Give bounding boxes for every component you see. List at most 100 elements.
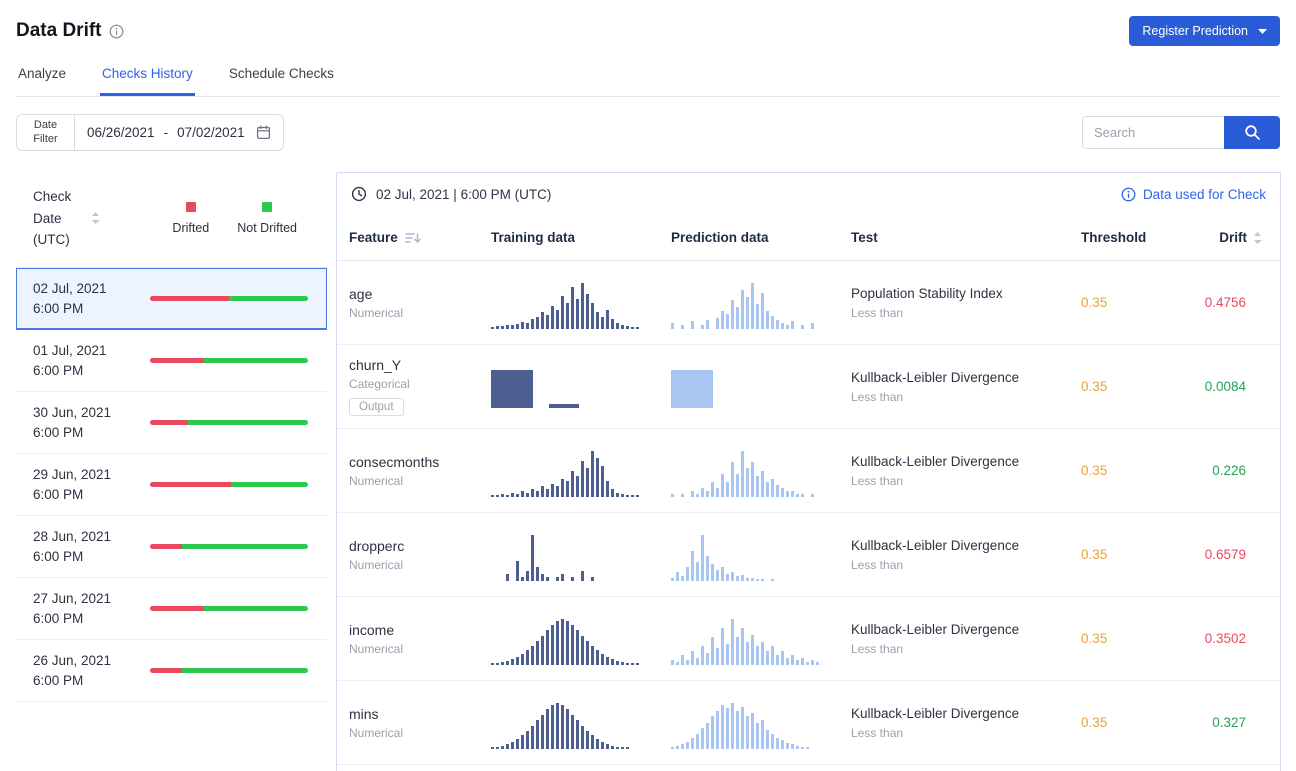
feature-row: age Numerical Population Stability Index Le… (337, 261, 1280, 345)
feature-row: consecmonthsNumericalKullback-Leibler Di… (337, 429, 1280, 513)
drift-ratio-bar (150, 358, 308, 363)
check-item[interactable]: 02 Jul, 20216:00 PM (16, 268, 327, 330)
check-time: 6:00 PM (33, 611, 150, 626)
training-histogram (491, 445, 671, 497)
feature-type: Numerical (349, 726, 491, 740)
test-condition: Less than (851, 474, 1081, 488)
feature-row: churn_YCategoricalOutput Kullback-Leibler… (337, 345, 1280, 429)
column-label: Feature (349, 230, 398, 245)
test-name: Kullback-Leibler Divergence (851, 622, 1081, 637)
column-label: Training data (491, 230, 575, 245)
check-date-column-label[interactable]: Check Date (UTC) (33, 186, 87, 251)
drift-ratio-bar (150, 420, 308, 425)
data-used-link[interactable]: Data used for Check (1121, 187, 1266, 202)
drift-value: 0.6579 (1183, 547, 1268, 562)
prediction-data-cell (671, 613, 851, 665)
feature-name: age (349, 286, 491, 302)
check-date-time: 30 Jun, 20216:00 PM (33, 405, 150, 440)
search-button[interactable] (1224, 116, 1280, 149)
info-icon[interactable] (109, 24, 124, 39)
tab-schedule-checks[interactable]: Schedule Checks (227, 57, 336, 96)
sort-icon[interactable] (404, 231, 421, 245)
page-title: Data Drift (16, 20, 102, 42)
detail-timestamp: 02 Jul, 2021 | 6:00 PM (UTC) (376, 187, 551, 202)
tab-analyze[interactable]: Analyze (16, 57, 68, 96)
drift-value: 0.4756 (1183, 295, 1268, 310)
search-input[interactable] (1082, 116, 1224, 149)
detail-header: 02 Jul, 2021 | 6:00 PM (UTC) Data used f… (337, 173, 1280, 215)
prediction-histogram (671, 697, 851, 749)
threshold-value: 0.35 (1081, 631, 1183, 646)
prediction-histogram (671, 366, 851, 408)
feature-cell: churn_YCategoricalOutput (349, 357, 491, 416)
register-prediction-button[interactable]: Register Prediction (1129, 16, 1280, 46)
drift-ratio-bar (150, 668, 308, 673)
checks-panel-header: Check Date (UTC) DriftedNot Drifted (16, 172, 327, 268)
column-header-feature[interactable]: Feature (349, 230, 491, 245)
data-used-label: Data used for Check (1143, 187, 1266, 202)
test-condition: Less than (851, 306, 1081, 320)
check-date: 29 Jun, 2021 (33, 467, 150, 482)
check-time: 6:00 PM (33, 425, 150, 440)
check-item[interactable]: 27 Jun, 2021 6:00 PM (16, 578, 327, 640)
check-item[interactable]: 30 Jun, 20216:00 PM (16, 392, 327, 454)
clock-icon (351, 186, 367, 202)
sort-updown-icon[interactable] (1253, 231, 1262, 245)
training-data-cell (491, 366, 671, 408)
test-condition: Less than (851, 558, 1081, 572)
main-content: Check Date (UTC) DriftedNot Drifted 02 J… (0, 151, 1296, 771)
test-name: Kullback-Leibler Divergence (851, 370, 1081, 385)
check-date: 02 Jul, 2021 (33, 281, 150, 296)
feature-cell: incomeNumerical (349, 622, 491, 656)
date-separator: - (164, 125, 169, 140)
training-histogram (491, 613, 671, 665)
check-time: 6:00 PM (33, 549, 150, 564)
column-header-training-data: Training data (491, 230, 671, 245)
threshold-value: 0.35 (1081, 295, 1183, 310)
check-item[interactable]: 26 Jun, 20216:00 PM (16, 640, 327, 702)
feature-type: Numerical (349, 306, 491, 320)
date-end: 07/02/2021 (177, 125, 245, 140)
prediction-histogram (671, 445, 851, 497)
training-data-cell (491, 277, 671, 329)
calendar-icon[interactable] (256, 125, 271, 140)
test-condition: Less than (851, 642, 1081, 656)
training-histogram (491, 277, 671, 329)
sort-icon[interactable] (91, 211, 100, 225)
drift-ratio-bar (150, 544, 308, 549)
column-header-drift[interactable]: Drift (1183, 230, 1268, 245)
feature-cell: consecmonthsNumerical (349, 454, 491, 488)
checks-panel: Check Date (UTC) DriftedNot Drifted 02 J… (16, 172, 327, 702)
prediction-data-cell (671, 366, 851, 408)
training-data-cell (491, 613, 671, 665)
test-cell: Kullback-Leibler DivergenceLess than (851, 538, 1081, 572)
feature-name: churn_Y (349, 357, 491, 373)
check-date: 26 Jun, 2021 (33, 653, 150, 668)
check-item[interactable]: 28 Jun, 20216:00 PM (16, 516, 327, 578)
check-date: 01 Jul, 2021 (33, 343, 150, 358)
threshold-value: 0.35 (1081, 715, 1183, 730)
column-header-test: Test (851, 230, 1081, 245)
training-histogram (491, 366, 671, 408)
feature-name: consecmonths (349, 454, 491, 470)
feature-row: minsNumericalKullback-Leibler Divergence… (337, 681, 1280, 765)
training-data-cell (491, 529, 671, 581)
test-name: Population Stability Index (851, 286, 1081, 301)
check-time: 6:00 PM (33, 363, 150, 378)
prediction-histogram (671, 529, 851, 581)
register-prediction-label: Register Prediction (1142, 24, 1248, 38)
check-date-time: 26 Jun, 20216:00 PM (33, 653, 150, 688)
prediction-data-cell (671, 697, 851, 749)
check-date: 27 Jun, 2021 (33, 591, 150, 606)
drift-ratio-bar (150, 606, 308, 611)
test-cell: Population Stability Index Less than (851, 286, 1081, 320)
check-time: 6:00 PM (33, 487, 150, 502)
test-cell: Kullback-Leibler Divergence Less than (851, 370, 1081, 404)
tab-checks-history[interactable]: Checks History (100, 57, 195, 96)
check-item[interactable]: 29 Jun, 2021 6:00 PM (16, 454, 327, 516)
date-filter[interactable]: Date Filter 06/26/2021 - 07/02/2021 (16, 114, 284, 151)
column-label: Test (851, 230, 878, 245)
prediction-histogram (671, 277, 851, 329)
test-condition: Less than (851, 390, 1081, 404)
check-item[interactable]: 01 Jul, 2021 6:00 PM (16, 330, 327, 392)
